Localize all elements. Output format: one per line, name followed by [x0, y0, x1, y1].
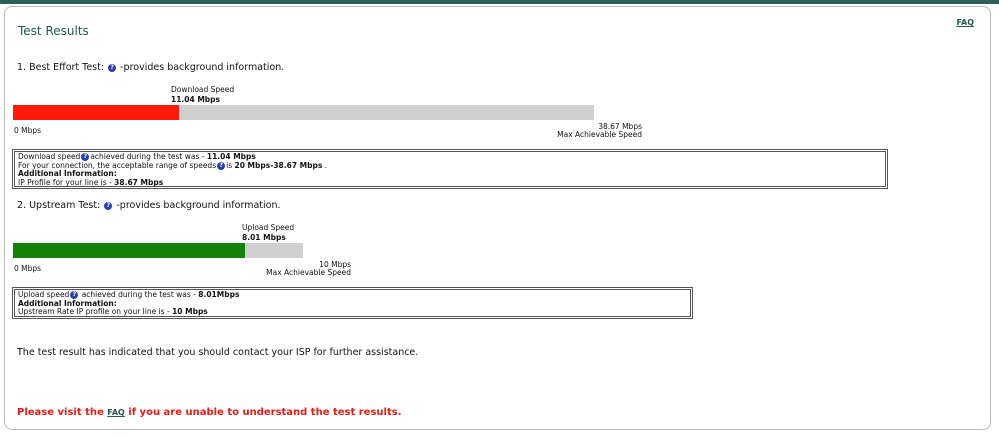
- upload-info-line-1: Upload speed? achieved during the test w…: [18, 290, 687, 300]
- visit-text: Please visit the: [17, 407, 108, 418]
- download-speed-bar: [13, 105, 594, 120]
- download-info-box: Download speed? achieved during the test …: [12, 149, 888, 189]
- upload-max-caption: Max Achievable Speed: [266, 268, 351, 277]
- upstream-heading: 2. Upstream Test: ? -provides background…: [17, 200, 281, 211]
- info-text: is: [226, 160, 235, 170]
- upload-speed-value: 8.01 Mbps: [242, 233, 286, 242]
- best-effort-heading-label: 1. Best Effort Test:: [17, 62, 105, 73]
- info-text: Upstream Rate IP profile on your line is…: [18, 307, 173, 316]
- page-title: Test Results: [18, 24, 89, 38]
- download-speed-caption: Download Speed: [171, 85, 235, 94]
- help-icon[interactable]: ?: [108, 63, 117, 72]
- faq-link-bottom[interactable]: FAQ: [107, 408, 125, 417]
- ip-profile-value: 38.67 Mbps: [114, 177, 164, 187]
- download-info-line-4: IP Profile for your line is - 38.67 Mbps: [18, 177, 882, 188]
- upload-speed-caption: Upload Speed: [242, 223, 295, 232]
- top-accent-bar: [0, 0, 999, 4]
- faq-visit-message: Please visit the FAQ if you are unable t…: [17, 407, 402, 418]
- upload-info-box: Upload speed? achieved during the test w…: [12, 287, 693, 319]
- best-effort-heading: 1. Best Effort Test: ? -provides backgro…: [17, 62, 284, 73]
- test-results-panel: Test Results FAQ 1. Best Effort Test: ? …: [4, 6, 991, 430]
- info-text: IP Profile for your line is -: [18, 177, 115, 187]
- upstream-profile-value: 10 Mbps: [172, 307, 208, 316]
- acceptable-range-value: 20 Mbps-38.67 Mbps: [234, 160, 323, 170]
- best-effort-heading-desc: -provides background information.: [120, 62, 285, 73]
- download-speed-fill: [13, 105, 179, 120]
- info-text: .: [322, 160, 328, 170]
- help-icon[interactable]: ?: [217, 161, 226, 170]
- download-info-line-2: For your connection, the acceptable rang…: [18, 160, 882, 171]
- upload-speed-bar: [13, 243, 303, 258]
- visit-text: if you are unable to understand the test…: [124, 407, 402, 418]
- contact-isp-message: The test result has indicated that you s…: [17, 347, 419, 358]
- upload-info-line-3: Upstream Rate IP profile on your line is…: [18, 307, 687, 317]
- upstream-heading-label: 2. Upstream Test:: [17, 200, 101, 211]
- upload-min-label: 0 Mbps: [14, 264, 42, 273]
- help-icon[interactable]: ?: [104, 201, 113, 210]
- upload-speed-result: 8.01Mbps: [198, 290, 240, 299]
- upload-speed-fill: [13, 243, 246, 258]
- upstream-heading-desc: -provides background information.: [116, 200, 281, 211]
- download-max-caption: Max Achievable Speed: [557, 130, 642, 139]
- download-min-label: 0 Mbps: [14, 126, 42, 135]
- faq-link-top[interactable]: FAQ: [956, 18, 974, 27]
- download-speed-value: 11.04 Mbps: [171, 95, 220, 104]
